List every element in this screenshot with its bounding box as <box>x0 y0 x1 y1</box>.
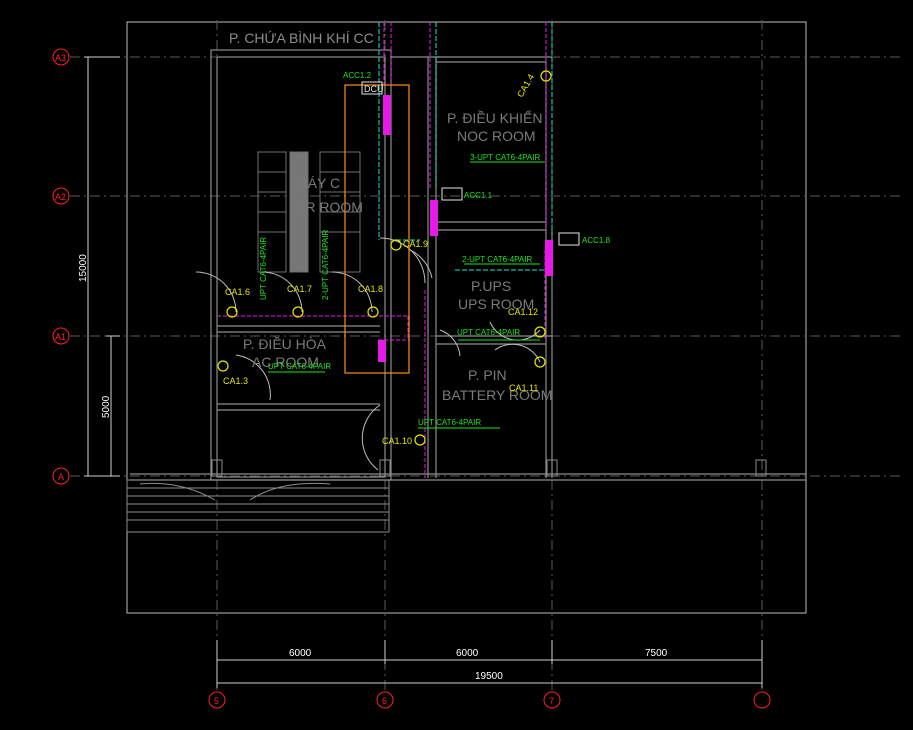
room-ac-label: P. ĐIỀU HÒA <box>243 336 327 352</box>
device-acc11: ACC1.1 <box>464 191 493 200</box>
room-control-label-en: NOC ROOM <box>457 128 536 144</box>
device-ca18: CA1.8 <box>358 284 383 294</box>
dim-6000-b: 6000 <box>456 648 479 659</box>
cable-label-1: 3-UPT CAT6-4PAIR <box>470 153 540 162</box>
dim-5000: 5000 <box>101 395 112 418</box>
grid-bubbles-cols: 5 6 7 <box>208 691 771 709</box>
dim-15000: 15000 <box>78 254 89 282</box>
grid-bubbles-rows: A3 A2 A1 A <box>52 48 70 485</box>
dim-6000-a: 6000 <box>289 648 312 659</box>
grid-col-6: 6 <box>382 696 387 706</box>
grid-row-a2: A2 <box>55 192 66 202</box>
cable-label-7: 2-UPT CAT6-4PAIR <box>321 230 330 300</box>
annotation-layer: P. CHỨA BÌNH KHÍ CC P. ĐIỀU KHIỂN NOC RO… <box>52 30 771 709</box>
cable-label-6: UPT CAT6-4PAIR <box>259 237 268 300</box>
room-gas-label: P. CHỨA BÌNH KHÍ CC <box>229 30 374 46</box>
cable-label-4: UPT CAT6-4PAIR <box>268 362 331 371</box>
device-ca17: CA1.7 <box>287 284 312 294</box>
cable-label-3: UPT CAT6-4PAIR <box>457 328 520 337</box>
room-server-label-en: ER ROOM <box>296 199 363 215</box>
grid-col-5: 5 <box>214 696 219 706</box>
device-acc12: ACC1.2 <box>343 71 372 80</box>
device-ca16: CA1.6 <box>225 287 250 297</box>
grid-row-a1: A1 <box>55 332 66 342</box>
room-server-label: MÁY C <box>296 175 340 191</box>
device-ca13: CA1.3 <box>223 376 248 386</box>
cable-label-5: UPT CAT6-4PAIR <box>418 418 481 427</box>
grid-col-7: 7 <box>549 696 554 706</box>
dim-19500: 19500 <box>475 671 503 682</box>
room-battery-label: P. PIN <box>468 367 507 383</box>
dim-7500: 7500 <box>645 648 668 659</box>
grid-row-a3: A3 <box>55 53 66 63</box>
device-ca111: CA1.11 <box>509 383 538 393</box>
device-acc18: ACC1.8 <box>582 236 611 245</box>
device-ca19: CA1.9 <box>403 239 428 249</box>
room-control-label: P. ĐIỀU KHIỂN <box>447 109 542 126</box>
device-dcu: DCU <box>364 84 384 94</box>
device-ca112: CA1.12 <box>508 307 538 317</box>
device-ca14: CA1.4 <box>515 72 536 99</box>
cable-label-2: 2-UPT CAT6-4PAIR <box>462 255 532 264</box>
device-ca110: CA1.10 <box>382 436 412 446</box>
room-ups-label: P.UPS <box>471 278 511 294</box>
grid-row-a: A <box>58 472 64 482</box>
